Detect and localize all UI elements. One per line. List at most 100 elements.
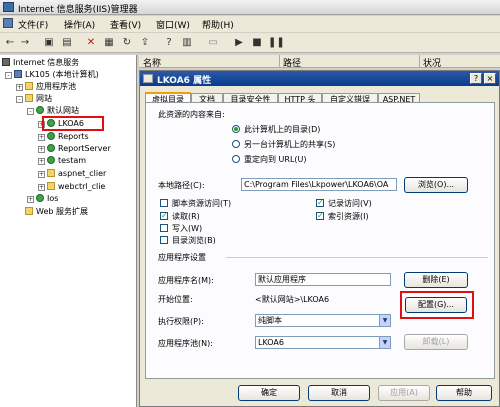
computer-icon: [14, 70, 22, 78]
tree-item-testam[interactable]: + testam: [38, 155, 86, 166]
tree-item-app-pools[interactable]: + 应用程序池: [16, 81, 76, 92]
checkbox-directory-browsing-label[interactable]: 目录浏览(B): [172, 235, 216, 246]
tree-item-web-extensions[interactable]: Web 服务扩展: [16, 206, 88, 217]
tree-item-default-site[interactable]: - 默认网站: [27, 105, 79, 116]
app-pool-select[interactable]: LKOA6: [255, 336, 391, 349]
expand-icon[interactable]: +: [38, 134, 45, 141]
checkbox-index-resource[interactable]: ✓: [316, 212, 324, 220]
app-pool-label: 应用程序池(N):: [158, 339, 213, 348]
radio-network-share[interactable]: [232, 140, 240, 148]
stop-icon[interactable]: ■: [250, 36, 264, 50]
menu-view[interactable]: 查看(V): [110, 18, 141, 31]
forward-icon[interactable]: →: [18, 36, 32, 50]
toolbar: ← → ▣ ▤ ✕ ▦ ↻ ⇪ ? ▥ ▭ ▶ ■ ❚❚: [0, 33, 500, 53]
tree-item-websites[interactable]: - 网站: [16, 93, 52, 104]
unload-button[interactable]: 卸载(L): [404, 334, 468, 350]
ok-button[interactable]: 确定: [238, 385, 300, 401]
start-icon[interactable]: ▶: [232, 36, 246, 50]
expand-icon[interactable]: +: [16, 84, 23, 91]
cancel-button[interactable]: 取消: [308, 385, 370, 401]
column-separator[interactable]: [279, 55, 280, 68]
help-icon[interactable]: ?: [162, 36, 176, 50]
app-name-input[interactable]: 默认应用程序: [255, 273, 391, 286]
tree-item-reports[interactable]: + Reports: [38, 131, 89, 142]
folder-icon: [25, 207, 33, 215]
help-button[interactable]: ?: [470, 73, 482, 84]
remove-button[interactable]: 删除(E): [404, 272, 468, 288]
folder-up-icon[interactable]: ▣: [42, 36, 56, 50]
checkbox-directory-browsing[interactable]: [160, 236, 168, 244]
tree-item-iis[interactable]: Internet 信息服务: [2, 57, 79, 68]
tree-item-ios[interactable]: + Ios: [27, 193, 58, 204]
close-button[interactable]: ×: [484, 73, 496, 84]
local-path-input[interactable]: C:\Program Files\Lkpower\LKOA6\OA: [241, 178, 397, 191]
checkbox-log-visits-label[interactable]: 记录访问(V): [328, 198, 372, 209]
column-separator[interactable]: [419, 55, 420, 68]
radio-this-computer[interactable]: [232, 125, 240, 133]
expand-icon[interactable]: +: [38, 171, 45, 178]
menu-bar: 文件(F) 操作(A) 查看(V) 窗口(W) 帮助(H): [0, 16, 500, 32]
iis-icon: [2, 58, 10, 66]
help-footer-button[interactable]: 帮助: [436, 385, 492, 401]
console-tree[interactable]: Internet 信息服务 - LK105 (本地计算机) + 应用程序池 - 网站 …: [0, 55, 137, 407]
column-name[interactable]: 名称: [143, 56, 161, 69]
view-icon[interactable]: ▥: [180, 36, 194, 50]
expand-icon[interactable]: +: [27, 196, 34, 203]
properties-icon[interactable]: ▦: [102, 36, 116, 50]
tree-item-aspnet-client[interactable]: + aspnet_clier: [38, 168, 106, 179]
iis-app-icon: [3, 2, 14, 12]
folder-icon: [25, 94, 33, 102]
export-icon[interactable]: ⇪: [138, 36, 152, 50]
system-menu-icon[interactable]: [3, 18, 13, 28]
exec-perm-select[interactable]: 纯脚本: [255, 314, 391, 327]
checkbox-script-source[interactable]: [160, 199, 168, 207]
local-path-label: 本地路径(C):: [158, 181, 205, 190]
checkbox-write[interactable]: [160, 224, 168, 232]
menu-help[interactable]: 帮助(H): [202, 18, 234, 31]
radio-this-computer-label[interactable]: 此计算机上的目录(D): [244, 124, 320, 135]
collapse-icon[interactable]: -: [16, 96, 23, 103]
radio-redirect-url[interactable]: [232, 155, 240, 163]
checkbox-read-label[interactable]: 读取(R): [172, 211, 200, 222]
dialog-titlebar[interactable]: LKOA6 属性 ? ×: [140, 71, 499, 86]
app-settings-label: 应用程序设置: [158, 253, 206, 262]
window-titlebar: Internet 信息服务(IIS)管理器: [0, 0, 500, 15]
collapse-icon[interactable]: -: [27, 108, 34, 115]
checkbox-write-label[interactable]: 写入(W): [172, 223, 202, 234]
apply-button[interactable]: 应用(A): [378, 385, 430, 401]
globe-icon: [36, 194, 44, 202]
delete-icon[interactable]: ✕: [84, 36, 98, 50]
radio-network-share-label[interactable]: 另一台计算机上的共享(S): [244, 139, 335, 150]
checkbox-script-source-label[interactable]: 脚本资源访问(T): [172, 198, 231, 209]
tree-item-computer[interactable]: - LK105 (本地计算机): [5, 69, 99, 80]
back-icon[interactable]: ←: [3, 36, 17, 50]
console-icon[interactable]: ▭: [206, 36, 220, 50]
tree-item-reportserver[interactable]: + ReportServer: [38, 143, 111, 154]
console-tree-icon[interactable]: ▤: [60, 36, 74, 50]
chevron-down-icon[interactable]: ▼: [379, 315, 390, 326]
tab-strip: 虚拟目录 文档 目录安全性 HTTP 头 自定义错误 ASP.NET: [140, 89, 499, 107]
dialog-title: LKOA6 属性: [157, 76, 212, 86]
column-path[interactable]: 路径: [283, 56, 301, 69]
radio-redirect-url-label[interactable]: 重定向到 URL(U): [244, 154, 307, 165]
collapse-icon[interactable]: -: [5, 72, 12, 79]
checkbox-log-visits[interactable]: ✓: [316, 199, 324, 207]
tree-item-webctrl-client[interactable]: + webctrl_clie: [38, 181, 105, 192]
browse-button[interactable]: 浏览(O)...: [404, 177, 468, 193]
column-status[interactable]: 状况: [423, 56, 441, 69]
menu-file[interactable]: 文件(F): [18, 18, 48, 31]
menu-window[interactable]: 窗口(W): [156, 18, 190, 31]
start-point-value: <默认网站>\LKOA6: [255, 295, 330, 304]
globe-icon: [47, 156, 55, 164]
refresh-icon[interactable]: ↻: [120, 36, 134, 50]
expand-icon[interactable]: +: [38, 146, 45, 153]
checkbox-read[interactable]: ✓: [160, 212, 168, 220]
expand-icon[interactable]: +: [38, 158, 45, 165]
globe-icon: [47, 132, 55, 140]
properties-dialog: LKOA6 属性 ? × 虚拟目录 文档 目录安全性 HTTP 头 自定义错误 …: [139, 70, 500, 407]
chevron-down-icon[interactable]: ▼: [379, 337, 390, 348]
menu-action[interactable]: 操作(A): [64, 18, 95, 31]
checkbox-index-resource-label[interactable]: 索引资源(I): [328, 211, 369, 222]
expand-icon[interactable]: +: [38, 184, 45, 191]
pause-icon[interactable]: ❚❚: [268, 36, 285, 50]
